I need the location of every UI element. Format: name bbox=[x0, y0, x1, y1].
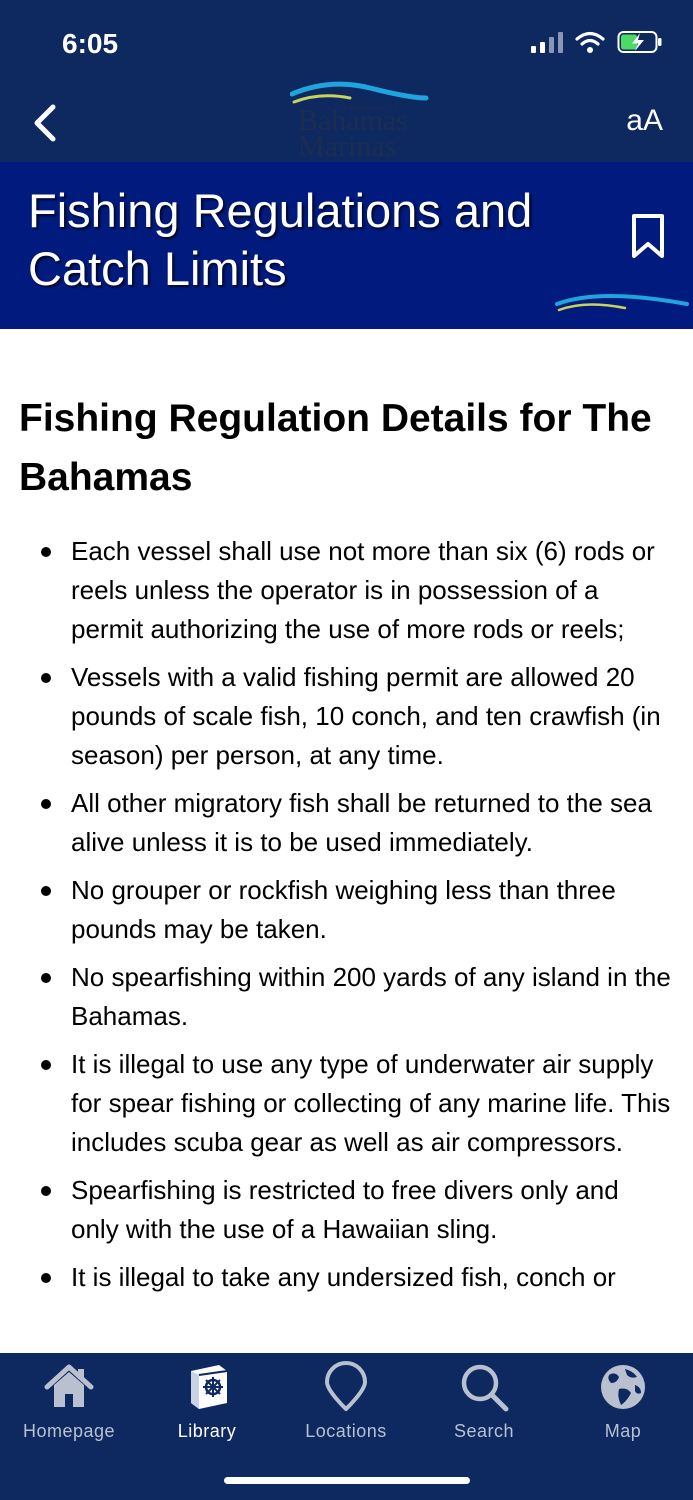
section-heading: Fishing Regulation Details for The Baham… bbox=[19, 397, 652, 499]
tab-library[interactable]: Library bbox=[138, 1361, 276, 1451]
wifi-icon bbox=[575, 31, 605, 53]
tab-label: Map bbox=[604, 1421, 642, 1441]
list-item: No spearfishing within 200 yards of any … bbox=[0, 958, 693, 1036]
page-title: Fishing Regulations and Catch Limits bbox=[28, 184, 533, 295]
list-item: All other migratory fish shall be return… bbox=[0, 784, 693, 862]
location-pin-icon bbox=[325, 1361, 367, 1411]
home-icon bbox=[44, 1364, 94, 1407]
bookmark-icon bbox=[632, 214, 664, 258]
back-button[interactable] bbox=[22, 98, 68, 148]
regulation-list: Each vessel shall use not more than six … bbox=[0, 532, 693, 1306]
banner-wave-icon bbox=[555, 294, 689, 312]
article-content[interactable]: Fishing Regulation Details for The Baham… bbox=[0, 329, 693, 1353]
tab-homepage[interactable]: Homepage bbox=[0, 1361, 138, 1451]
list-item: It is illegal to take any undersized fis… bbox=[0, 1258, 693, 1297]
list-item: Spearfishing is restricted to free diver… bbox=[0, 1171, 693, 1249]
globe-icon bbox=[601, 1365, 645, 1409]
list-item: Vessels with a valid fishing permit are … bbox=[0, 658, 693, 775]
text-size-button[interactable]: aA bbox=[626, 104, 663, 138]
search-icon bbox=[461, 1364, 509, 1412]
list-item: It is illegal to use any type of underwa… bbox=[0, 1045, 693, 1162]
battery-charging-icon bbox=[617, 31, 662, 53]
tab-label: Search bbox=[453, 1421, 515, 1441]
title-banner: Fishing Regulations and Catch Limits bbox=[0, 162, 693, 329]
status-time: 6:05 bbox=[62, 28, 119, 59]
bottom-tab-bar: Homepage Library Locations Search Map bbox=[0, 1353, 693, 1500]
tab-label: Homepage bbox=[22, 1421, 116, 1441]
tab-label: Library bbox=[177, 1421, 237, 1441]
home-indicator[interactable] bbox=[224, 1477, 470, 1484]
tab-search[interactable]: Search bbox=[415, 1361, 553, 1451]
chevron-left-icon bbox=[34, 104, 56, 142]
tab-label: Locations bbox=[305, 1421, 387, 1441]
association-logo: Association of Bahamas Marinas bbox=[290, 80, 430, 162]
top-navigation-bar: 6:05 Association of Bahamas Marinas aA bbox=[0, 0, 693, 162]
tab-locations[interactable]: Locations bbox=[277, 1361, 415, 1451]
bookmark-button[interactable] bbox=[626, 212, 670, 260]
book-icon bbox=[191, 1365, 228, 1409]
list-item: No grouper or rockfish weighing less tha… bbox=[0, 871, 693, 949]
list-item: Each vessel shall use not more than six … bbox=[0, 532, 693, 649]
cellular-signal-icon bbox=[531, 31, 563, 53]
logo-text-line3: Marinas bbox=[298, 130, 397, 163]
tab-map[interactable]: Map bbox=[554, 1361, 692, 1451]
status-icons bbox=[531, 30, 663, 54]
